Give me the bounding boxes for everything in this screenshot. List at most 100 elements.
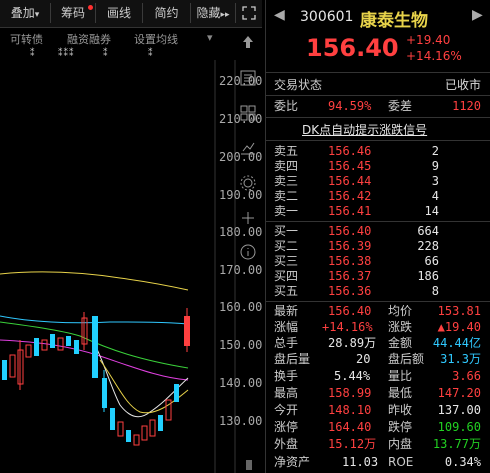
- set-ma-link[interactable]: 设置均线: [134, 31, 178, 47]
- grid-icon[interactable]: [238, 103, 260, 125]
- dk-signal-banner[interactable]: DK点自动提示涨跌信号: [302, 121, 427, 138]
- stat-label: 涨幅: [274, 320, 299, 334]
- signal-marker: ⁑: [30, 49, 36, 59]
- ask-row: 卖四 156.45 9: [266, 159, 490, 174]
- overlay-button[interactable]: 叠加▾: [0, 3, 51, 23]
- convertible-bond-link[interactable]: 可转债: [10, 31, 43, 47]
- bid-row: 买三 156.38 66: [266, 254, 490, 269]
- stat-value: 15.12万: [328, 437, 377, 451]
- info-icon[interactable]: [238, 242, 260, 264]
- stock-name: 康泰生物: [360, 11, 428, 31]
- bid-row: 买一 156.40 664: [266, 224, 490, 239]
- simple-label: 简约: [154, 6, 179, 20]
- bid-label: 买一: [274, 224, 299, 238]
- bid-row: 买二 156.39 228: [266, 239, 490, 254]
- bid-volume: 228: [417, 239, 439, 253]
- stat-label: 最低: [388, 386, 413, 400]
- status-row: 交易状态 已收市: [266, 78, 490, 93]
- next-stock-icon[interactable]: ▶: [472, 7, 483, 23]
- ask-price: 156.45: [328, 159, 372, 173]
- stat-label: 昨收: [388, 403, 413, 417]
- ask-volume: 9: [431, 159, 439, 173]
- stat-label: 最新: [274, 304, 299, 318]
- stat-label: 最高: [274, 386, 299, 400]
- stat-value: 3.66: [452, 369, 481, 383]
- hide-button[interactable]: 隐藏▸▸: [191, 3, 236, 23]
- bid-row: 买四 156.37 186: [266, 269, 490, 284]
- last-price: 156.40: [306, 34, 399, 62]
- ma-line-yellow: [0, 271, 189, 291]
- list-icon[interactable]: [238, 68, 260, 90]
- stat-value: 0.34%: [444, 455, 481, 469]
- bid-row: 买五 156.36 8: [266, 284, 490, 299]
- stat-value: 148.10: [328, 403, 372, 417]
- overlay-label: 叠加: [10, 6, 35, 20]
- stat-row: 净资产 11.03 ROE 0.34%: [266, 455, 490, 470]
- chips-button[interactable]: 筹码: [51, 3, 96, 23]
- y-axis-label: 140.00: [219, 376, 263, 390]
- ask-row: 卖五 156.46 2: [266, 144, 490, 159]
- stat-label: 涨停: [274, 420, 299, 434]
- chevron-down-icon[interactable]: ▾: [207, 31, 213, 44]
- prev-stock-icon[interactable]: ◀: [274, 7, 285, 23]
- chart-toolbar: 叠加▾ 筹码 画线 简约 隐藏▸▸: [0, 0, 262, 28]
- stat-value: 31.3万: [440, 352, 481, 366]
- ask-row: 卖三 156.44 3: [266, 174, 490, 189]
- stat-value: 153.81: [437, 304, 481, 318]
- status-label: 交易状态: [274, 78, 323, 92]
- stat-label: 外盘: [274, 437, 299, 451]
- stat-label: 换手: [274, 369, 299, 383]
- draw-line-button[interactable]: 画线: [96, 3, 143, 23]
- y-axis-label: 170.00: [219, 263, 263, 277]
- scroll-handle[interactable]: [238, 460, 260, 472]
- stat-row: 涨幅 +14.16% 涨跌 ▲19.40: [266, 320, 490, 335]
- ask-row: 卖一 156.41 14: [266, 204, 490, 219]
- stat-label: 跌停: [388, 420, 413, 434]
- notification-dot-icon: [88, 5, 93, 10]
- stat-value: 13.77万: [432, 437, 481, 451]
- stat-value: 28.89万: [328, 336, 377, 350]
- status-value: 已收市: [444, 78, 481, 92]
- weibi-row: 委比 94.59% 委差 1120: [266, 99, 490, 114]
- stat-row: 今开 148.10 昨收 137.00: [266, 403, 490, 418]
- stat-value: ▲19.40: [437, 320, 481, 334]
- stat-row: 外盘 15.12万 内盘 13.77万: [266, 437, 490, 452]
- dropdown-icon: ▾: [34, 10, 40, 20]
- ask-row: 卖二 156.42 4: [266, 189, 490, 204]
- settings-icon[interactable]: [238, 173, 260, 195]
- ask-volume: 3: [431, 174, 439, 188]
- chart-icon[interactable]: [238, 138, 260, 160]
- bid-label: 买四: [274, 269, 299, 283]
- stat-label: 今开: [274, 403, 299, 417]
- bid-label: 买五: [274, 284, 299, 298]
- margin-trading-link[interactable]: 融资融券: [67, 31, 111, 47]
- y-axis-label: 150.00: [219, 338, 263, 352]
- weibi-label: 委比: [274, 99, 299, 113]
- bid-price: 156.39: [328, 239, 372, 253]
- weibi-value: 94.59%: [328, 99, 372, 113]
- stat-label: 均价: [388, 304, 413, 318]
- bid-volume: 186: [417, 269, 439, 283]
- draw-line-label: 画线: [106, 6, 131, 20]
- stat-label: 盘后额: [388, 352, 425, 366]
- stat-value: 158.99: [328, 386, 372, 400]
- stat-label: 涨跌: [388, 320, 413, 334]
- stat-label: 内盘: [388, 437, 413, 451]
- fullscreen-button[interactable]: [238, 3, 260, 23]
- expand-arrows-icon: [242, 6, 256, 20]
- stat-value: 137.00: [437, 403, 481, 417]
- quote-header: ◀ 300601 康泰生物 ▶: [266, 5, 490, 31]
- signal-marker: ⁑: [103, 49, 109, 59]
- price-change-pct: +14.16%: [406, 49, 462, 63]
- double-chevron-right-icon: ▸▸: [220, 10, 230, 20]
- bid-volume: 66: [424, 254, 439, 268]
- bid-volume: 8: [431, 284, 439, 298]
- stat-row: 最新 156.40 均价 153.81: [266, 304, 490, 319]
- weicha-value: 1120: [452, 99, 481, 113]
- add-icon[interactable]: [238, 208, 260, 230]
- up-arrow-icon[interactable]: [238, 32, 260, 54]
- ask-label: 卖一: [274, 204, 299, 218]
- simple-button[interactable]: 简约: [143, 3, 191, 23]
- stat-value: 44.44亿: [432, 336, 481, 350]
- bid-price: 156.37: [328, 269, 372, 283]
